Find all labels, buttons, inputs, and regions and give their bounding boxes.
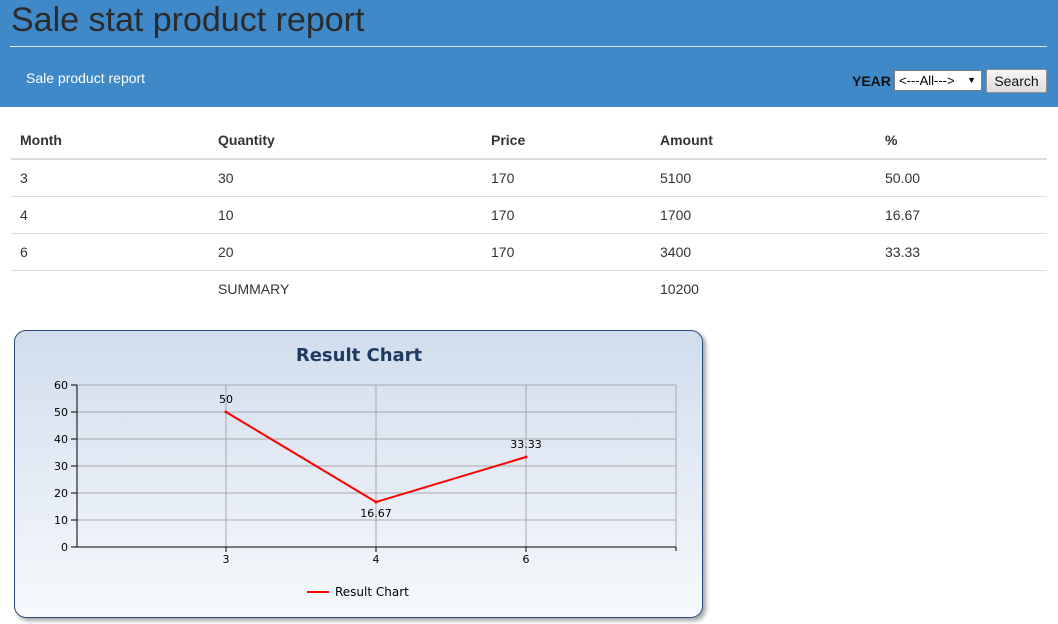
table-cell: 5100 — [651, 159, 876, 197]
summary-row: SUMMARY 10200 — [11, 270, 1047, 307]
table-cell: 30 — [209, 159, 482, 197]
y-tick-label: 60 — [54, 379, 68, 392]
y-tick-label: 30 — [54, 460, 68, 473]
y-tick-label: 10 — [54, 514, 68, 527]
x-tick-label: 3 — [223, 553, 230, 566]
year-select[interactable]: <---All---> ▼ — [894, 70, 982, 91]
table-header-row: Month Quantity Price Amount % — [11, 121, 1047, 160]
table-cell: 3400 — [651, 233, 876, 271]
table-cell: 170 — [482, 159, 651, 197]
table-cell: 20 — [209, 233, 482, 271]
table-cell: 1700 — [651, 196, 876, 234]
table-row: 6 20 170 3400 33.33 — [11, 233, 1047, 271]
y-tick-label: 0 — [61, 541, 68, 554]
table-row: 4 10 170 1700 16.67 — [11, 196, 1047, 234]
result-chart: Result Chart 0 10 20 30 40 50 60 3 4 6 50 16.67 33.33… — [54, 345, 677, 599]
table-cell: 3 — [11, 159, 209, 197]
y-tick-label: 50 — [54, 406, 68, 419]
data-label: 50 — [219, 393, 233, 406]
column-header: Amount — [651, 121, 876, 160]
data-point — [524, 455, 528, 459]
x-tick-label: 6 — [523, 553, 530, 566]
header-bar: Sale stat product report Sale product re… — [0, 0, 1058, 107]
data-point — [224, 410, 228, 414]
table-cell — [876, 270, 1047, 307]
page-title: Sale stat product report — [11, 1, 365, 39]
chevron-down-icon: ▼ — [967, 75, 976, 85]
column-header: Price — [482, 121, 651, 160]
table-cell: 170 — [482, 233, 651, 271]
year-label: YEAR — [852, 73, 891, 89]
result-chart-panel: Result Chart 0 10 20 30 40 50 60 3 4 6 50 16.67 33.33… — [14, 330, 703, 618]
legend-label: Result Chart — [335, 585, 409, 599]
header-divider — [10, 46, 1047, 47]
summary-label: SUMMARY — [218, 280, 290, 297]
column-header: % — [876, 121, 1047, 160]
table-cell: 10 — [209, 196, 482, 234]
chart-title: Result Chart — [296, 345, 423, 366]
table-cell: 170 — [482, 196, 651, 234]
table-cell: 6 — [11, 233, 209, 271]
table-cell — [482, 270, 651, 307]
column-header: Quantity — [209, 121, 482, 160]
data-label: 33.33 — [510, 438, 542, 451]
table-cell: 4 — [11, 196, 209, 234]
search-button[interactable]: Search — [986, 69, 1047, 93]
table-row: 3 30 170 5100 50.00 — [11, 159, 1047, 197]
table-cell: 33.33 — [876, 233, 1047, 271]
data-point — [374, 500, 378, 504]
report-table: Month Quantity Price Amount % 3 30 170 5… — [11, 121, 1047, 307]
y-tick-label: 40 — [54, 433, 68, 446]
table-cell — [11, 270, 209, 307]
year-select-value: <---All---> — [899, 73, 955, 88]
x-tick-label: 4 — [373, 553, 380, 566]
table-cell: 50.00 — [876, 159, 1047, 197]
table-cell: 16.67 — [876, 196, 1047, 234]
column-header: Month — [11, 121, 209, 160]
summary-total: 10200 — [660, 280, 699, 297]
data-label: 16.67 — [360, 507, 392, 520]
y-tick-label: 20 — [54, 487, 68, 500]
report-subtitle: Sale product report — [26, 70, 146, 86]
